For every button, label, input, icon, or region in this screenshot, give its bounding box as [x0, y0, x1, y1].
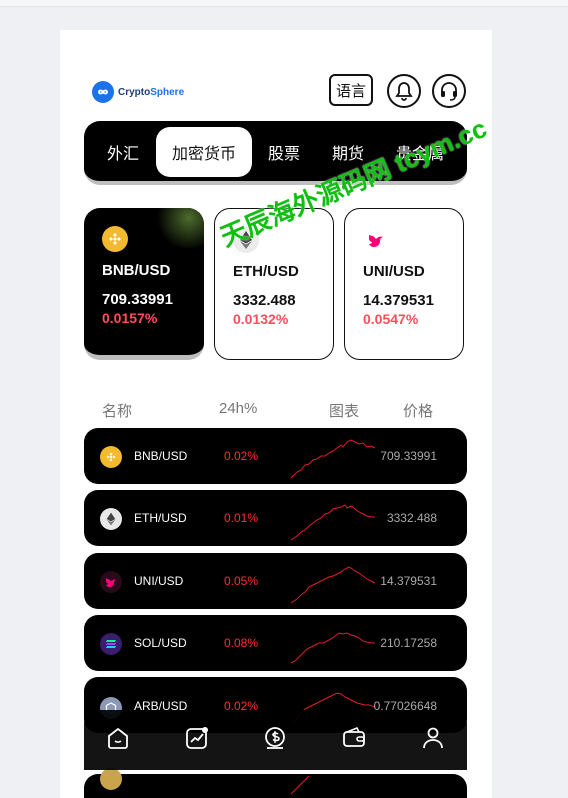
card-pair: ETH/USD — [233, 263, 299, 280]
market-row-uni[interactable]: UNI/USD 0.05% 14.379531 — [84, 553, 467, 609]
notifications-button[interactable] — [387, 74, 421, 108]
tab-forex[interactable]: 外汇 — [92, 127, 154, 177]
bnb-icon — [102, 226, 128, 252]
row-pair: UNI/USD — [134, 574, 184, 588]
column-name-header: 名称 — [102, 403, 133, 420]
card-change: 0.0157% — [102, 310, 158, 326]
row-change: 0.05% — [224, 574, 259, 588]
user-icon — [423, 727, 443, 749]
card-change: 0.0132% — [233, 311, 289, 327]
nav-wallet[interactable] — [340, 724, 368, 752]
card-price: 14.379531 — [363, 292, 434, 309]
row-price: 709.33991 — [380, 449, 437, 463]
coin-icon — [100, 768, 122, 790]
dollar-coin-icon — [265, 727, 285, 749]
row-sparkline — [290, 504, 375, 541]
row-change: 0.01% — [224, 511, 259, 525]
tab-crypto[interactable]: 加密货币 — [156, 127, 252, 177]
column-change-header: 24h% — [219, 400, 258, 417]
nav-profile[interactable] — [419, 724, 447, 752]
market-row-sol[interactable]: SOL/USD 0.08% 210.17258 — [84, 615, 467, 671]
logo-infinity-icon — [92, 81, 114, 103]
nav-finance[interactable] — [261, 724, 289, 752]
column-chart-header: 图表 — [329, 403, 360, 420]
featured-card-bnb[interactable]: BNB/USD 709.33991 0.0157% — [84, 208, 204, 360]
market-row-eth[interactable]: ETH/USD 0.01% 3332.488 — [84, 490, 467, 546]
row-sparkline — [290, 439, 376, 479]
headset-icon — [441, 82, 457, 101]
row-sparkline — [290, 775, 310, 795]
eth-icon — [100, 508, 122, 530]
column-price-header: 价格 — [403, 403, 434, 420]
uni-icon — [363, 227, 389, 253]
card-pair: BNB/USD — [102, 262, 171, 279]
language-button[interactable]: 语言 — [329, 74, 373, 106]
row-pair: BNB/USD — [134, 449, 188, 463]
market-chart-icon — [186, 727, 208, 749]
sol-icon — [100, 633, 122, 655]
support-button[interactable] — [432, 74, 466, 108]
bnb-icon — [100, 446, 122, 468]
card-change: 0.0547% — [363, 311, 419, 327]
nav-home[interactable] — [104, 724, 132, 752]
card-glow — [154, 208, 204, 248]
brand-logo[interactable]: CryptoSphere — [92, 81, 184, 103]
tab-stocks[interactable]: 股票 — [256, 127, 312, 177]
row-pair: SOL/USD — [134, 636, 187, 650]
bell-icon — [395, 82, 413, 101]
row-price: 210.17258 — [380, 636, 437, 650]
featured-card-uni[interactable]: UNI/USD 14.379531 0.0547% — [344, 208, 464, 360]
browser-top-strip — [0, 0, 568, 7]
card-price: 709.33991 — [102, 291, 173, 308]
bottom-navigation — [84, 710, 467, 770]
card-pair: UNI/USD — [363, 263, 425, 280]
nav-market[interactable] — [183, 724, 211, 752]
uni-icon — [100, 571, 122, 593]
card-price: 3332.488 — [233, 292, 296, 309]
wallet-icon — [343, 726, 365, 747]
row-pair: ETH/USD — [134, 511, 187, 525]
row-sparkline — [290, 632, 375, 664]
row-price: 14.379531 — [380, 574, 437, 588]
home-icon — [108, 727, 128, 749]
market-row-bnb[interactable]: BNB/USD 0.02% 709.33991 — [84, 428, 467, 484]
market-row-partial[interactable] — [84, 768, 467, 798]
row-change: 0.02% — [224, 449, 259, 463]
row-sparkline — [290, 566, 376, 604]
row-change: 0.08% — [224, 636, 259, 650]
brand-name: CryptoSphere — [118, 86, 185, 98]
row-price: 3332.488 — [386, 511, 437, 525]
